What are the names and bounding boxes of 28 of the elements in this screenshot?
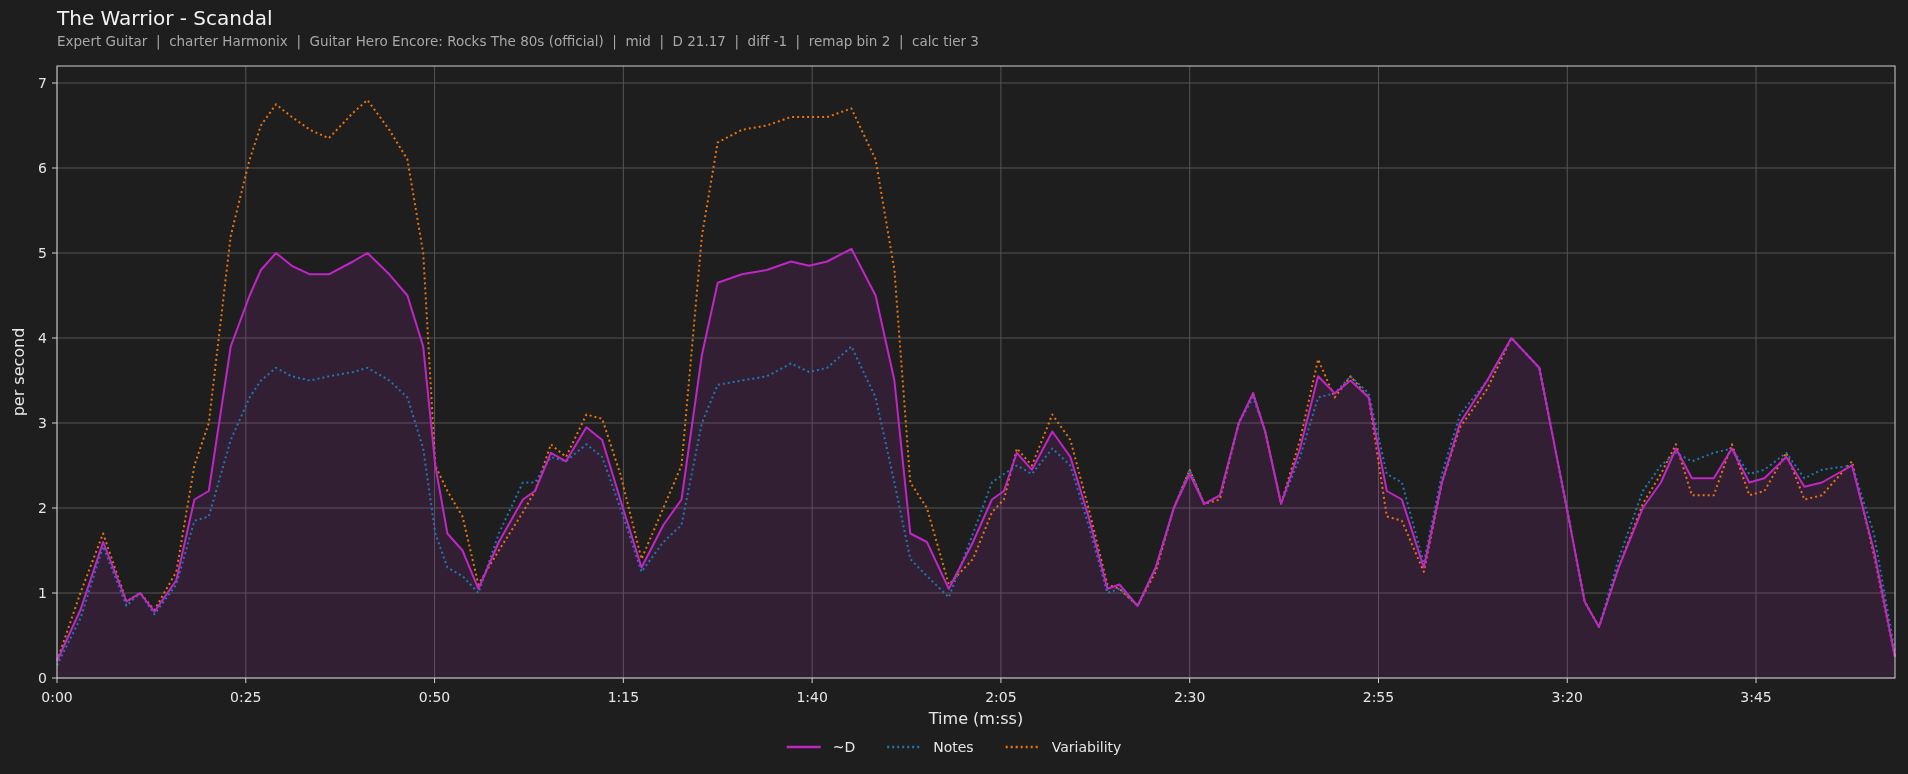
axis-tick-label: 0:50	[418, 689, 451, 705]
axis-tick-label: 1:15	[607, 689, 640, 705]
axis-tick-label: 3	[38, 415, 47, 431]
axis-tick-label: 7	[38, 75, 47, 91]
legend-item: Notes	[887, 739, 974, 755]
axis-tick-label: 0:25	[230, 689, 262, 705]
axis-tick-label: 3:45	[1740, 689, 1772, 705]
axis-tick-label: 2:30	[1174, 689, 1206, 705]
chart-subtitle: Expert Guitar | charter Harmonix | Guitar Hero Encore: Rocks The 80s (official) | mid | D 21.17 | diff -1 | remap bin 2 | calc tier 3	[57, 33, 979, 49]
legend-label: Notes	[933, 739, 974, 755]
axis-tick-label: 1:40	[796, 689, 828, 705]
axis-tick-label: 0	[38, 670, 47, 686]
axis-tick-label: 6	[38, 160, 47, 176]
axis-tick-label: 0:00	[41, 689, 73, 705]
legend-label: Variability	[1051, 739, 1122, 755]
axis-tick-label: 5	[38, 245, 47, 261]
axis-tick-label: 3:20	[1551, 689, 1583, 705]
axis-tick-label: 2:05	[985, 689, 1017, 705]
axis-tick-label: 2:55	[1362, 689, 1395, 705]
legend-item: Variability	[1005, 739, 1122, 755]
axis-tick-label: 2	[38, 500, 47, 516]
legend-item: ~D	[786, 739, 856, 755]
chart-title: The Warrior - Scandal	[57, 6, 273, 30]
y-axis-label: per second	[9, 327, 28, 417]
x-axis-label: Time (m:ss)	[928, 709, 1024, 728]
axis-tick-label: 1	[38, 585, 47, 601]
legend-label: ~D	[832, 739, 856, 755]
axis-tick-label: 4	[38, 330, 47, 346]
